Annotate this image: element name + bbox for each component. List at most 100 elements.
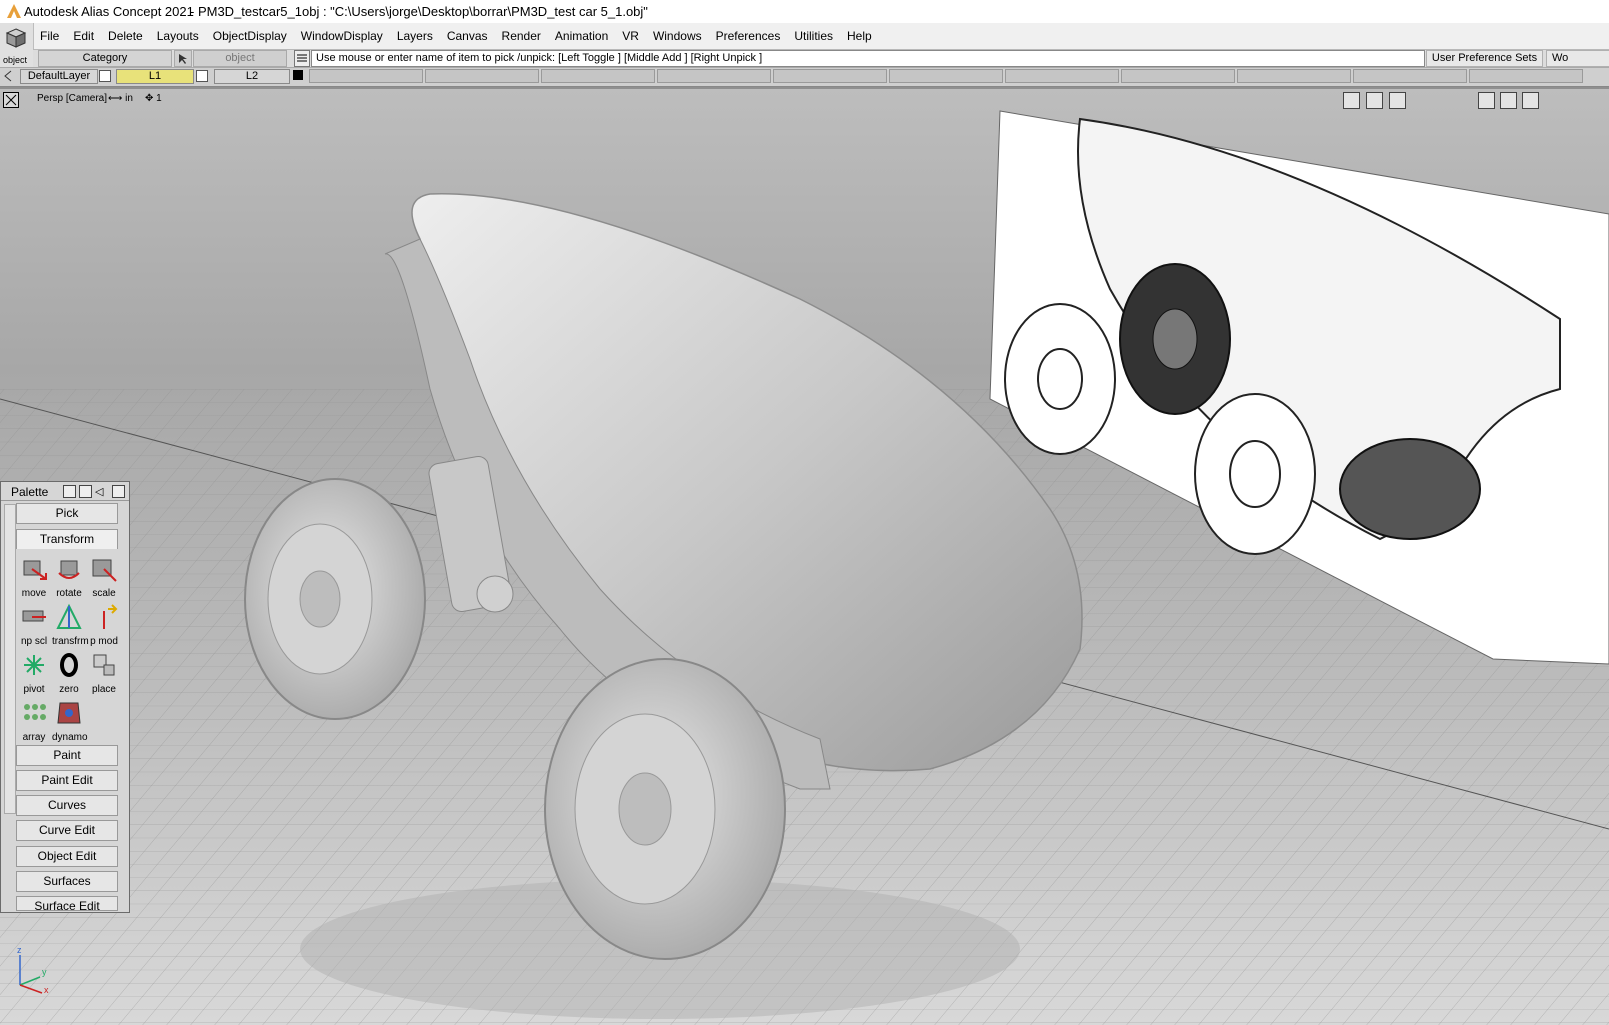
move-tool[interactable]: move: [17, 552, 51, 599]
menu-render[interactable]: Render: [502, 29, 541, 43]
viewport-close-icon[interactable]: [3, 92, 19, 108]
object-mode-label: object: [3, 55, 28, 65]
grid-size-label[interactable]: ✥ 1: [145, 93, 162, 104]
palette-pick-button[interactable]: Pick: [16, 503, 118, 524]
palette-curve-edit-button[interactable]: Curve Edit: [16, 820, 118, 841]
layer-slot-empty[interactable]: [773, 69, 887, 83]
palette-curves-button[interactable]: Curves: [16, 795, 118, 816]
layer-slot-empty[interactable]: [1353, 69, 1467, 83]
layer-slot-empty[interactable]: [1469, 69, 1583, 83]
layer-slot-empty[interactable]: [1005, 69, 1119, 83]
np-scale-tool-label: np scl: [20, 636, 48, 647]
rotate-tool-label: rotate: [56, 588, 82, 599]
palette-transform-tab[interactable]: Transform: [16, 529, 118, 549]
menu-file[interactable]: File: [40, 29, 59, 43]
object-mode-button[interactable]: object: [0, 23, 34, 67]
move-view-icon[interactable]: [1522, 92, 1539, 109]
units-value: in: [125, 93, 133, 104]
grid-size-value: 1: [156, 93, 162, 104]
view-icon[interactable]: [1478, 92, 1495, 109]
array-tool[interactable]: array: [17, 696, 51, 743]
layer-color-swatch[interactable]: [293, 70, 303, 80]
axis-z-label: z: [17, 945, 22, 955]
object-name-field[interactable]: object: [193, 50, 287, 67]
dynamo-tool-label: dynamo: [52, 732, 88, 743]
layer-slot-empty[interactable]: [1237, 69, 1351, 83]
scale-tool-label: scale: [92, 588, 116, 599]
palette-collapse-icon[interactable]: ◁: [95, 485, 106, 498]
palette-object-edit-button[interactable]: Object Edit: [16, 846, 118, 867]
maximize-icon[interactable]: [1500, 92, 1517, 109]
palette-paint-edit-button[interactable]: Paint Edit: [16, 770, 118, 791]
axis-y-label: y: [42, 967, 47, 977]
user-preference-sets-button[interactable]: User Preference Sets: [1426, 50, 1543, 67]
menu-objectdisplay[interactable]: ObjectDisplay: [213, 29, 287, 43]
menu-delete[interactable]: Delete: [108, 29, 143, 43]
menu-preferences[interactable]: Preferences: [716, 29, 781, 43]
pivot-modify-icon: [103, 604, 118, 629]
layer-slot-empty[interactable]: [541, 69, 655, 83]
viewport-scene: [0, 110, 1609, 1025]
pivot-mod-tool[interactable]: p mod: [87, 600, 121, 647]
pivot-icon: [24, 655, 44, 675]
menu-utilities[interactable]: Utilities: [794, 29, 833, 43]
workspace-button[interactable]: Wo: [1546, 50, 1609, 67]
menu-layouts[interactable]: Layouts: [157, 29, 199, 43]
menu-help[interactable]: Help: [847, 29, 872, 43]
sketch-wheel: [1339, 438, 1481, 540]
pivot-tool[interactable]: pivot: [17, 648, 51, 695]
layer-l2[interactable]: L2: [214, 69, 290, 84]
document-title: - PM3D_testcar5_1obj : "C:\Users\jorge\D…: [190, 4, 648, 19]
zoom-icon[interactable]: [1389, 92, 1406, 109]
menu-windowdisplay[interactable]: WindowDisplay: [301, 29, 383, 43]
zero-tool[interactable]: zero: [52, 648, 86, 695]
menu-canvas[interactable]: Canvas: [447, 29, 488, 43]
nonprop-scale-icon: [22, 610, 46, 622]
palette-resize-icon[interactable]: [63, 485, 76, 498]
pivot-mod-tool-label: p mod: [90, 636, 118, 647]
pivot-tool-label: pivot: [23, 684, 45, 695]
object-cube-icon: [5, 28, 27, 48]
alias-logo-icon: [7, 4, 21, 18]
perspective-viewport[interactable]: [0, 89, 1609, 1025]
layer-slot-empty[interactable]: [657, 69, 771, 83]
palette-paint-button[interactable]: Paint: [16, 745, 118, 766]
palette-list-icon[interactable]: [79, 485, 92, 498]
layer-scroll-left-icon[interactable]: [3, 70, 13, 82]
layer-slot-empty[interactable]: [309, 69, 423, 83]
layer-l1[interactable]: L1: [116, 69, 194, 84]
transform-tool[interactable]: transfrm: [52, 600, 89, 647]
viewport-camera-label[interactable]: Persp [Camera]: [37, 93, 107, 104]
menu-windows[interactable]: Windows: [653, 29, 702, 43]
menu-vr[interactable]: VR: [622, 29, 639, 43]
layer-slot-empty[interactable]: [1121, 69, 1235, 83]
layer-slot-empty[interactable]: [425, 69, 539, 83]
category-dropdown[interactable]: Category: [38, 50, 172, 67]
palette-scroll-grip[interactable]: [4, 504, 16, 814]
palette-surface-edit-button[interactable]: Surface Edit: [16, 896, 118, 911]
prompt-history-icon[interactable]: [294, 50, 310, 67]
menu-layers[interactable]: Layers: [397, 29, 433, 43]
prompt-line[interactable]: Use mouse or enter name of item to pick …: [311, 50, 1425, 67]
place-tool[interactable]: place: [87, 648, 121, 695]
palette-close-icon[interactable]: [112, 485, 125, 498]
rotate-tool[interactable]: rotate: [52, 552, 86, 599]
pick-cursor-icon[interactable]: [174, 50, 192, 67]
menu-animation[interactable]: Animation: [555, 29, 608, 43]
np-scale-tool[interactable]: np scl: [17, 600, 51, 647]
layer-default[interactable]: DefaultLayer: [20, 69, 98, 84]
layer-default-visibility-checkbox[interactable]: [99, 70, 111, 82]
scale-tool[interactable]: scale: [87, 552, 121, 599]
menu-edit[interactable]: Edit: [73, 29, 94, 43]
move-tool-label: move: [21, 588, 47, 599]
film-camera-icon[interactable]: [1366, 92, 1383, 109]
layer-l1-visibility-checkbox[interactable]: [196, 70, 208, 82]
units-label[interactable]: ⟷ in: [108, 93, 133, 104]
palette-surfaces-button[interactable]: Surfaces: [16, 871, 118, 892]
array-tool-label: array: [22, 732, 46, 743]
move-icon: [23, 560, 47, 580]
axis-indicator-icon: z y x: [17, 945, 49, 995]
dynamo-tool[interactable]: dynamo: [52, 696, 88, 743]
camera-icon[interactable]: [1343, 92, 1360, 109]
layer-slot-empty[interactable]: [889, 69, 1003, 83]
